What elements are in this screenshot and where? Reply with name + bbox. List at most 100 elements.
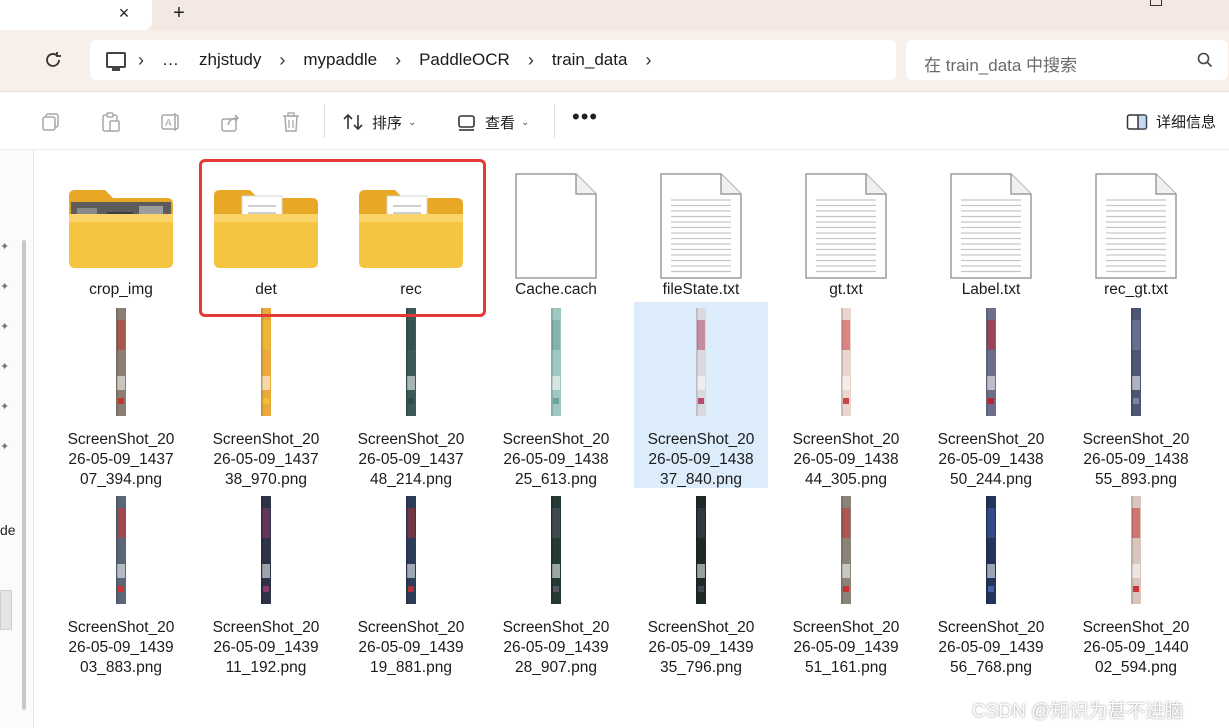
file-name-line: 26-05-09_1438: [793, 451, 899, 468]
folder-icon: [212, 166, 320, 284]
file-name-line: ScreenShot_20: [212, 431, 320, 448]
file-name: ScreenShot_20 26-05-09_1437 38_970.png: [199, 430, 333, 490]
sort-button[interactable]: 排序 ⌄: [342, 108, 416, 136]
this-pc-icon[interactable]: [106, 52, 126, 71]
breadcrumb-separator[interactable]: ›: [637, 50, 659, 71]
nav-selected-item[interactable]: [0, 590, 12, 630]
search-input[interactable]: 在 train_data 中搜索: [924, 51, 1077, 76]
file-item[interactable]: Label.txt: [924, 160, 1058, 316]
file-name: ScreenShot_20 26-05-09_1440 02_594.png: [1069, 618, 1203, 678]
pin-icon[interactable]: ✦: [0, 282, 10, 293]
breadcrumb[interactable]: › … zhjstudy › mypaddle › PaddleOCR › tr…: [90, 40, 896, 80]
search-icon[interactable]: [1196, 51, 1214, 69]
image-file-item[interactable]: ScreenShot_20 26-05-09_1439 35_796.png: [634, 490, 768, 676]
folder-icon: [67, 166, 175, 284]
pin-icon[interactable]: ✦: [0, 442, 10, 453]
file-name-line: crop_img: [89, 281, 153, 298]
image-thumbnail: [792, 306, 900, 424]
image-file-item[interactable]: ScreenShot_20 26-05-09_1438 55_893.png: [1069, 302, 1203, 488]
image-file-item[interactable]: ScreenShot_20 26-05-09_1440 02_594.png: [1069, 490, 1203, 676]
share-icon[interactable]: [220, 111, 242, 133]
file-name: ScreenShot_20 26-05-09_1439 56_768.png: [924, 618, 1058, 678]
file-name-line: 02_594.png: [1095, 659, 1177, 676]
active-tab[interactable]: ×: [0, 0, 152, 30]
image-file-item[interactable]: ScreenShot_20 26-05-09_1438 44_305.png: [779, 302, 913, 488]
file-name: ScreenShot_20 26-05-09_1439 51_161.png: [779, 618, 913, 678]
file-name-line: 26-05-09_1439: [793, 639, 899, 656]
details-pane-icon: [1126, 113, 1148, 130]
pin-icon[interactable]: ✦: [0, 362, 10, 373]
search-box[interactable]: 在 train_data 中搜索: [906, 40, 1228, 80]
image-file-item[interactable]: ScreenShot_20 26-05-09_1437 38_970.png: [199, 302, 333, 488]
copy-icon[interactable]: [40, 111, 62, 133]
file-name: ScreenShot_20 26-05-09_1438 55_893.png: [1069, 430, 1203, 490]
file-name: ScreenShot_20 26-05-09_1439 03_883.png: [54, 618, 188, 678]
pin-icon[interactable]: ✦: [0, 322, 10, 333]
file-item[interactable]: Cache.cach: [489, 160, 623, 316]
image-file-item[interactable]: ScreenShot_20 26-05-09_1438 37_840.png: [634, 302, 768, 488]
image-file-item[interactable]: ScreenShot_20 26-05-09_1438 50_244.png: [924, 302, 1058, 488]
new-tab-icon[interactable]: +: [168, 2, 190, 24]
breadcrumb-paddleocr[interactable]: PaddleOCR: [409, 50, 520, 70]
more-options-icon[interactable]: •••: [572, 104, 598, 130]
file-name: ScreenShot_20 26-05-09_1439 35_796.png: [634, 618, 768, 678]
image-file-item[interactable]: ScreenShot_20 26-05-09_1439 28_907.png: [489, 490, 623, 676]
file-name-line: 44_305.png: [805, 471, 887, 488]
image-thumbnail: [1082, 306, 1190, 424]
folder-item[interactable]: rec: [344, 160, 478, 316]
breadcrumb-mypaddle[interactable]: mypaddle: [293, 50, 387, 70]
close-tab-icon[interactable]: ×: [113, 2, 135, 24]
delete-icon[interactable]: [280, 111, 302, 133]
tab-strip: × +: [0, 0, 1229, 30]
toolbar-divider: [324, 104, 325, 138]
image-file-item[interactable]: ScreenShot_20 26-05-09_1439 03_883.png: [54, 490, 188, 676]
file-name-line: 26-05-09_1438: [648, 451, 754, 468]
image-file-item[interactable]: ScreenShot_20 26-05-09_1438 25_613.png: [489, 302, 623, 488]
image-file-item[interactable]: ScreenShot_20 26-05-09_1439 51_161.png: [779, 490, 913, 676]
file-name: ScreenShot_20 26-05-09_1438 25_613.png: [489, 430, 623, 490]
file-name-line: 25_613.png: [515, 471, 597, 488]
breadcrumb-separator[interactable]: ›: [271, 50, 293, 71]
view-button[interactable]: 查看 ⌄: [457, 108, 529, 136]
image-thumbnail: [647, 306, 755, 424]
image-file-item[interactable]: ScreenShot_20 26-05-09_1439 56_768.png: [924, 490, 1058, 676]
chevron-down-icon: ⌄: [408, 116, 417, 128]
rename-icon[interactable]: A: [160, 111, 182, 133]
paste-icon[interactable]: [100, 111, 122, 133]
file-name-line: 56_768.png: [950, 659, 1032, 676]
breadcrumb-train-data[interactable]: train_data: [542, 50, 638, 70]
text-file-icon: [937, 166, 1045, 284]
file-name-line: fileState.txt: [662, 281, 740, 298]
image-file-item[interactable]: ScreenShot_20 26-05-09_1437 07_394.png: [54, 302, 188, 488]
nav-item-label[interactable]: de: [0, 522, 16, 538]
navigation-pane[interactable]: ✦ ✦ ✦ ✦ ✦ ✦ de: [0, 150, 34, 728]
file-name-line: ScreenShot_20: [792, 619, 900, 636]
file-name-line: ScreenShot_20: [502, 431, 610, 448]
maximize-icon[interactable]: [1150, 0, 1162, 6]
breadcrumb-zhjstudy[interactable]: zhjstudy: [189, 50, 271, 70]
file-item[interactable]: gt.txt: [779, 160, 913, 316]
folder-item[interactable]: det: [199, 160, 333, 316]
image-thumbnail: [937, 494, 1045, 612]
folder-item[interactable]: crop_img: [54, 160, 188, 316]
pin-icon[interactable]: ✦: [0, 402, 10, 413]
image-file-item[interactable]: ScreenShot_20 26-05-09_1439 19_881.png: [344, 490, 478, 676]
pin-icon[interactable]: ✦: [0, 242, 10, 253]
address-row: › … zhjstudy › mypaddle › PaddleOCR › tr…: [0, 30, 1229, 92]
file-name: ScreenShot_20 26-05-09_1439 19_881.png: [344, 618, 478, 678]
file-item[interactable]: rec_gt.txt: [1069, 160, 1203, 316]
file-name-line: ScreenShot_20: [1082, 431, 1190, 448]
file-name-line: 07_394.png: [80, 471, 162, 488]
breadcrumb-separator[interactable]: ›: [387, 50, 409, 71]
breadcrumb-separator[interactable]: ›: [520, 50, 542, 71]
watermark: CSDN @知识为甚不进脑: [972, 701, 1184, 722]
breadcrumb-separator[interactable]: ›: [130, 50, 152, 71]
details-pane-button[interactable]: 详细信息: [1126, 111, 1216, 132]
file-item[interactable]: fileState.txt: [634, 160, 768, 316]
image-file-item[interactable]: ScreenShot_20 26-05-09_1439 11_192.png: [199, 490, 333, 676]
nav-scrollbar[interactable]: [22, 240, 26, 710]
refresh-icon[interactable]: [40, 49, 66, 75]
image-file-item[interactable]: ScreenShot_20 26-05-09_1437 48_214.png: [344, 302, 478, 488]
file-name: ScreenShot_20 26-05-09_1438 37_840.png: [634, 430, 768, 490]
breadcrumb-overflow[interactable]: …: [152, 50, 189, 70]
